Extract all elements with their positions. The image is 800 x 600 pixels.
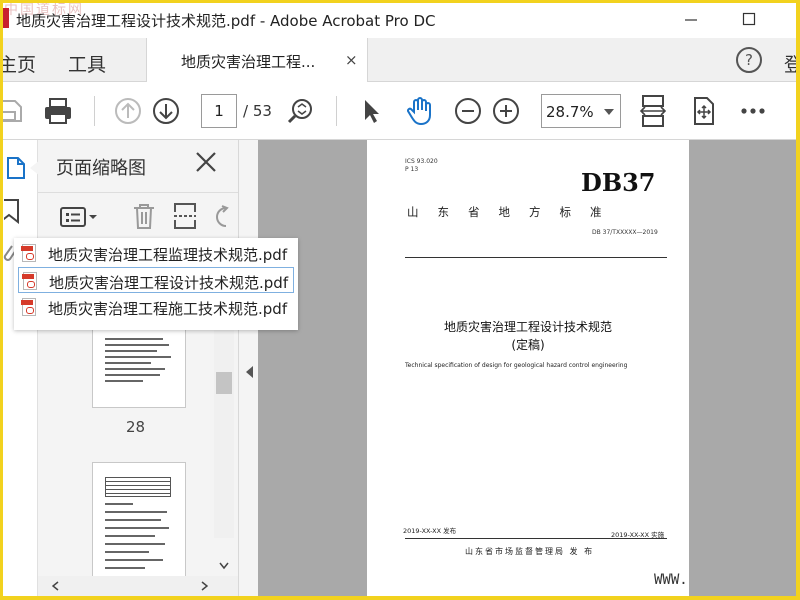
cursor-arrow-icon — [365, 100, 379, 123]
trash-icon — [134, 204, 154, 229]
scroll-down-icon[interactable] — [219, 562, 229, 570]
attachment-name: 地质灾害治理工程监理技术规范.pdf — [48, 246, 288, 264]
standard-type: 山东省地方标准 — [407, 205, 621, 219]
attachment-name: 地质灾害治理工程施工技术规范.pdf — [48, 300, 288, 318]
pages-icon — [7, 157, 25, 179]
document-view[interactable]: ICS 93.020 P 13 DB37 山东省地方标准 DB 37/TXXXXX… — [258, 140, 800, 600]
printer-icon — [45, 98, 71, 124]
full-screen-icon — [694, 97, 714, 125]
pdf-page: ICS 93.020 P 13 DB37 山东省地方标准 DB 37/TXXXXX… — [367, 140, 689, 600]
arrow-down-circle-icon — [153, 98, 179, 124]
more-tools-button[interactable] — [738, 94, 768, 128]
close-panel-icon[interactable] — [194, 150, 218, 174]
document-title: 地质灾害治理工程设计技术规范 — [443, 320, 612, 334]
scroll-right-icon[interactable] — [200, 581, 208, 591]
scrollbar-thumb[interactable] — [216, 372, 232, 394]
more-dots-icon — [741, 108, 765, 114]
tab-document-label: 地质灾害治理工程... — [181, 53, 316, 71]
attachments-popup: 地质灾害治理工程监理技术规范.pdf 地质灾害治理工程设计技术规范.pdf 地质… — [14, 238, 298, 330]
rotate-icon — [216, 205, 229, 227]
toolbar: 1 / 53 28.7% — [0, 82, 800, 140]
thumbnail-options-button[interactable] — [60, 206, 100, 232]
attachment-item[interactable]: 地质灾害治理工程监理技术规范.pdf — [18, 240, 294, 266]
panel-collapse-strip[interactable] — [238, 140, 258, 600]
acrobat-icon — [3, 8, 9, 28]
minimize-button[interactable] — [676, 6, 706, 32]
previous-page-button[interactable] — [112, 94, 144, 128]
standard-code: DB37 — [581, 168, 656, 197]
hand-tool-button[interactable] — [402, 94, 438, 128]
zoom-select[interactable]: 28.7% — [541, 94, 621, 128]
minus-circle-icon — [455, 98, 481, 124]
thumbnail-horizontal-scrollbar[interactable] — [38, 576, 238, 596]
full-screen-button[interactable] — [686, 94, 720, 128]
panel-divider — [38, 192, 238, 193]
save-button[interactable] — [0, 94, 24, 128]
tab-bar: 主页 工具 地质灾害治理工程... × ? 登 — [0, 38, 800, 82]
page-thumbnails-button[interactable] — [6, 156, 26, 184]
document-title-note: (定稿) — [511, 338, 545, 352]
navigation-rail — [0, 140, 38, 600]
fit-width-icon — [639, 95, 667, 127]
next-page-button[interactable] — [150, 94, 182, 128]
maximize-icon — [742, 12, 756, 26]
arrow-up-circle-icon — [115, 98, 141, 124]
thumbnail-page-number: 28 — [126, 418, 146, 436]
toolbar-divider — [336, 96, 337, 126]
save-icon — [1, 100, 22, 122]
maximize-button[interactable] — [734, 6, 764, 32]
attachment-name: 地质灾害治理工程设计技术规范.pdf — [49, 274, 289, 292]
pdf-file-icon — [22, 272, 37, 290]
zoom-search-icon — [287, 99, 312, 124]
minimize-icon — [685, 19, 697, 21]
ics-code: ICS 93.020 P 13 — [405, 158, 438, 173]
rotate-page-button[interactable] — [212, 204, 232, 234]
zoom-out-button[interactable] — [452, 94, 484, 128]
attachment-item-selected[interactable]: 地质灾害治理工程设计技术规范.pdf — [18, 267, 294, 293]
panel-title: 页面缩略图 — [56, 158, 146, 179]
publish-date: 2019-XX-XX 发布 — [403, 527, 457, 535]
pdf-file-icon — [21, 244, 36, 262]
tab-tools[interactable]: 工具 — [68, 50, 106, 77]
panel-pointer-icon — [30, 160, 40, 176]
tab-document[interactable]: 地质灾害治理工程... × — [146, 38, 368, 82]
signin-link[interactable]: 登 — [784, 50, 800, 77]
window-title: 地质灾害治理工程设计技术规范.pdf - Adobe Acrobat Pro D… — [16, 12, 436, 30]
options-list-icon — [60, 207, 97, 227]
scroll-left-icon[interactable] — [52, 581, 60, 591]
plus-circle-icon — [493, 98, 519, 124]
zoom-value: 28.7% — [546, 103, 594, 121]
insert-page-button[interactable] — [172, 202, 198, 234]
find-button[interactable] — [284, 94, 318, 128]
close-tab-icon[interactable]: × — [345, 51, 358, 69]
footer-rule — [405, 538, 667, 539]
collapse-arrow-icon[interactable] — [246, 366, 253, 378]
page-total: / 53 — [243, 102, 272, 120]
pdf-file-icon — [21, 298, 36, 316]
zoom-in-button[interactable] — [490, 94, 522, 128]
chevron-down-icon — [604, 109, 614, 115]
header-rule — [405, 257, 667, 258]
attachment-item[interactable]: 地质灾害治理工程施工技术规范.pdf — [18, 294, 294, 320]
bookmark-icon — [0, 199, 19, 225]
issuing-authority: 山东省市场监督管理局 发 布 — [465, 547, 595, 556]
bookmarks-button[interactable] — [0, 198, 22, 228]
delete-page-button[interactable] — [132, 202, 156, 234]
insert-page-icon — [174, 203, 196, 229]
toolbar-divider — [94, 96, 95, 126]
standard-number: DB 37/TXXXXX—2019 — [592, 229, 658, 236]
page-thumbnail-29[interactable] — [92, 462, 186, 580]
fit-width-button[interactable] — [636, 94, 670, 128]
print-button[interactable] — [40, 94, 76, 128]
document-title-english: Technical specification of design for ge… — [405, 362, 628, 369]
help-button[interactable]: ? — [736, 47, 762, 73]
hand-icon — [407, 97, 431, 126]
page-thumbnails-panel: 页面缩略图 28 — [30, 140, 238, 600]
tab-home[interactable]: 主页 — [0, 50, 36, 77]
page-number-input[interactable]: 1 — [201, 94, 237, 128]
watermark-www: WWW. — [654, 572, 688, 588]
title-bar: 中国道标网 地质灾害治理工程设计技术规范.pdf - Adobe Acrobat… — [0, 0, 800, 38]
select-tool-button[interactable] — [356, 94, 386, 128]
